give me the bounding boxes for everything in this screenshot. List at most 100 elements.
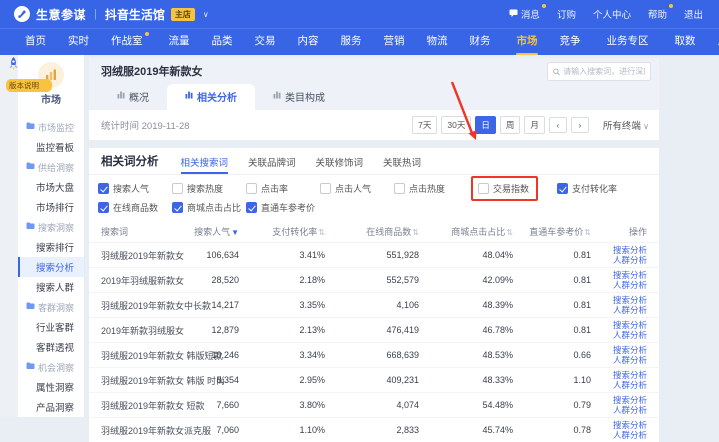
sidebar-item-搜索人群[interactable]: 搜索人群: [18, 277, 84, 297]
checkbox-icon[interactable]: [320, 183, 331, 194]
sidebar-item-市场大盘[interactable]: 市场大盘: [18, 177, 84, 197]
metric-checkbox-搜索热度[interactable]: 搜索热度: [172, 182, 246, 195]
action-link-人群分析[interactable]: 人群分析: [591, 255, 647, 265]
nav-item-实时[interactable]: 实时: [57, 29, 100, 56]
nav-item-首页[interactable]: 首页: [14, 29, 57, 56]
sidebar-item-监控看板[interactable]: 监控看板: [18, 137, 84, 157]
nav-item-财务[interactable]: 财务: [459, 29, 502, 56]
nav-item-市场[interactable]: 市场: [506, 29, 549, 56]
time-range-7天[interactable]: 7天: [412, 116, 437, 134]
column-header-直通车参考价[interactable]: 直通车参考价⇅: [513, 225, 591, 238]
search-input[interactable]: [563, 67, 645, 76]
tab-概况[interactable]: 概况: [99, 84, 167, 110]
action-link-人群分析[interactable]: 人群分析: [591, 405, 647, 415]
nav-item-品类[interactable]: 品类: [201, 29, 244, 56]
metric-checkbox-支付转化率[interactable]: 支付转化率: [557, 182, 617, 195]
nav-item-作战室[interactable]: 作战室: [100, 29, 154, 56]
checkbox-checked-icon[interactable]: [172, 202, 183, 213]
metric-checkbox-在线商品数[interactable]: 在线商品数: [98, 201, 172, 214]
metric-checkbox-直通车参考价[interactable]: 直通车参考价: [246, 201, 320, 214]
sort-icon[interactable]: ⇅: [412, 228, 419, 237]
column-header-搜索人气[interactable]: 搜索人气▼: [173, 225, 239, 238]
tab-相关分析[interactable]: 相关分析: [167, 84, 255, 110]
sidebar-item-客群透视[interactable]: 客群透视: [18, 337, 84, 357]
action-link-搜索分析[interactable]: 搜索分析: [591, 270, 647, 280]
nav-item-交易[interactable]: 交易: [244, 29, 287, 56]
terminal-selector[interactable]: 所有终端 ∨: [603, 118, 649, 132]
time-range-30天[interactable]: 30天: [441, 116, 471, 134]
column-header-在线商品数[interactable]: 在线商品数⇅: [325, 225, 419, 238]
checkbox-checked-icon[interactable]: [98, 183, 109, 194]
word-type-tabs: 相关搜索词关联品牌词关联修饰词关联热词: [181, 149, 422, 174]
checkbox-icon[interactable]: [394, 183, 405, 194]
checkbox-icon[interactable]: [246, 183, 257, 194]
header-link-订购[interactable]: 订购: [557, 7, 576, 21]
checkbox-checked-icon[interactable]: [246, 202, 257, 213]
metric-checkbox-点击率[interactable]: 点击率: [246, 182, 320, 195]
version-note-badge[interactable]: 版本说明: [6, 79, 52, 92]
shop-switch-caret-icon[interactable]: ∨: [203, 10, 209, 19]
nav-item-服务[interactable]: 服务: [330, 29, 373, 56]
checkbox-icon[interactable]: [478, 183, 489, 194]
metric-checkbox-搜索人气[interactable]: 搜索人气: [98, 182, 172, 195]
sort-icon[interactable]: ⇅: [584, 228, 591, 237]
action-link-人群分析[interactable]: 人群分析: [591, 280, 647, 290]
action-link-人群分析[interactable]: 人群分析: [591, 380, 647, 390]
metric-checkbox-点击人气[interactable]: 点击人气: [320, 182, 394, 195]
word-tab-相关搜索词[interactable]: 相关搜索词: [181, 149, 229, 174]
sort-icon[interactable]: ⇅: [506, 228, 513, 237]
sidebar-item-产品洞察[interactable]: 产品洞察: [18, 397, 84, 417]
word-tab-关联热词[interactable]: 关联热词: [383, 149, 421, 174]
time-range-周[interactable]: 周: [500, 116, 521, 134]
nav-item-营销[interactable]: 营销: [373, 29, 416, 56]
checkbox-checked-icon[interactable]: [98, 202, 109, 213]
action-link-人群分析[interactable]: 人群分析: [591, 355, 647, 365]
metric-checkbox-交易指数[interactable]: 交易指数: [478, 182, 529, 195]
prev-date-button[interactable]: ‹: [549, 117, 567, 133]
word-tab-关联品牌词[interactable]: 关联品牌词: [248, 149, 296, 174]
version-note-widget[interactable]: 版本说明: [6, 57, 52, 92]
column-header-支付转化率[interactable]: 支付转化率⇅: [239, 225, 325, 238]
nav-item-流量[interactable]: 流量: [158, 29, 201, 56]
action-link-搜索分析[interactable]: 搜索分析: [591, 295, 647, 305]
nav-item-业务专区[interactable]: 业务专区: [596, 29, 660, 56]
column-header-商城点击占比[interactable]: 商城点击占比⇅: [419, 225, 513, 238]
action-link-人群分析[interactable]: 人群分析: [591, 430, 647, 440]
action-link-搜索分析[interactable]: 搜索分析: [591, 345, 647, 355]
checkbox-checked-icon[interactable]: [557, 183, 568, 194]
action-link-搜索分析[interactable]: 搜索分析: [591, 420, 647, 430]
header-link-个人中心[interactable]: 个人中心: [593, 7, 631, 21]
tab-类目构成[interactable]: 类目构成: [255, 84, 343, 110]
sort-desc-icon[interactable]: ▼: [231, 228, 239, 237]
metric-checkbox-商城点击占比[interactable]: 商城点击占比: [172, 201, 246, 214]
header-link-退出[interactable]: 退出: [684, 7, 703, 21]
checkbox-icon[interactable]: [172, 183, 183, 194]
action-link-搜索分析[interactable]: 搜索分析: [591, 320, 647, 330]
time-range-月[interactable]: 月: [524, 116, 545, 134]
sidebar-item-行业客群[interactable]: 行业客群: [18, 317, 84, 337]
sidebar-item-市场排行[interactable]: 市场排行: [18, 197, 84, 217]
nav-item-竞争[interactable]: 竞争: [549, 29, 592, 56]
action-link-人群分析[interactable]: 人群分析: [591, 330, 647, 340]
header-link-消息[interactable]: 消息: [509, 7, 540, 21]
nav-item-人群管理[interactable]: 人群管理: [707, 29, 719, 56]
word-tab-关联修饰词[interactable]: 关联修饰词: [316, 149, 364, 174]
table-row: 2019年新款羽绒服女12,8792.13%476,41946.78%0.81搜…: [89, 317, 659, 342]
keyword-search-box[interactable]: [547, 62, 651, 81]
time-range-日[interactable]: 日: [475, 116, 496, 134]
next-date-button[interactable]: ›: [571, 117, 589, 133]
nav-item-内容[interactable]: 内容: [287, 29, 330, 56]
nav-item-取数[interactable]: 取数: [664, 29, 707, 56]
sidebar-item-搜索排行[interactable]: 搜索排行: [18, 237, 84, 257]
action-link-人群分析[interactable]: 人群分析: [591, 305, 647, 315]
sidebar-item-属性洞察[interactable]: 属性洞察: [18, 377, 84, 397]
nav-item-物流[interactable]: 物流: [416, 29, 459, 56]
sidebar-item-搜索分析[interactable]: 搜索分析: [18, 257, 84, 277]
header-link-帮助[interactable]: 帮助: [648, 7, 667, 21]
action-link-搜索分析[interactable]: 搜索分析: [591, 245, 647, 255]
action-link-搜索分析[interactable]: 搜索分析: [591, 395, 647, 405]
action-link-搜索分析[interactable]: 搜索分析: [591, 370, 647, 380]
metric-checkbox-点击热度[interactable]: 点击热度: [394, 182, 468, 195]
sort-icon[interactable]: ⇅: [318, 228, 325, 237]
value-cell: 48.53%: [419, 350, 513, 360]
